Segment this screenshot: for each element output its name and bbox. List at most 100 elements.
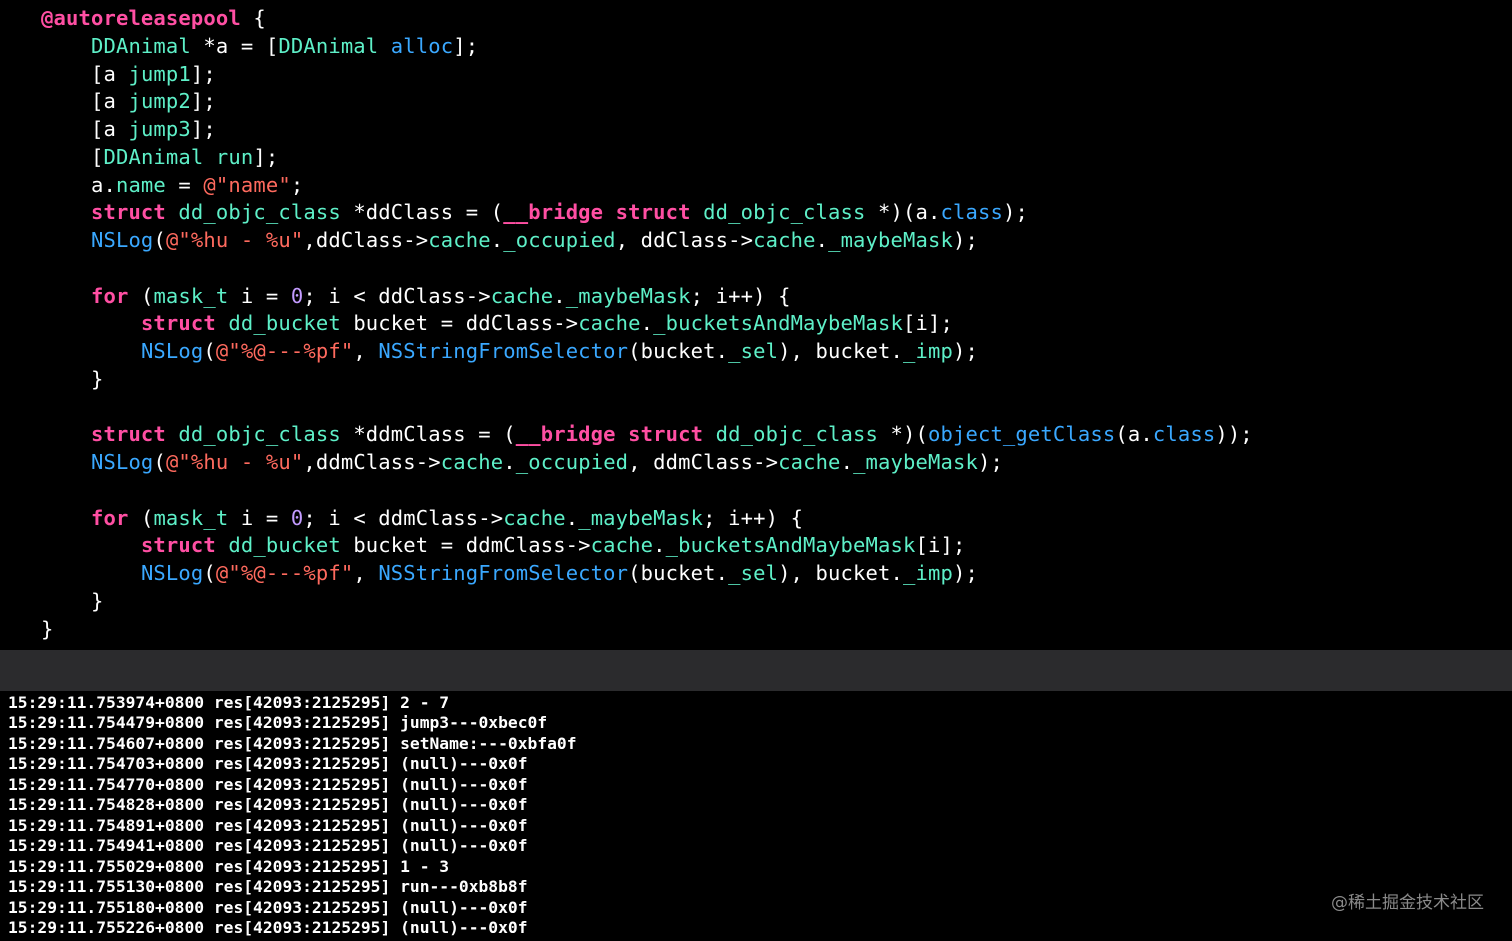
code-token: _maybeMask: [578, 505, 704, 530]
code-line[interactable]: [a jump1];: [41, 60, 216, 88]
code-line[interactable]: }: [41, 587, 103, 615]
code-token: ), bucket.: [778, 561, 903, 585]
console-log-line: 15:29:11.754828+0800 res[42093:2125295] …: [8, 795, 528, 815]
code-token: ];: [190, 61, 216, 86]
code-line[interactable]: struct dd_objc_class *ddClass = (__bridg…: [41, 198, 1028, 226]
code-token: *)(a.: [865, 200, 941, 225]
code-line[interactable]: [a jump2];: [41, 87, 216, 115]
console-log-line: 15:29:11.755180+0800 res[42093:2125295] …: [8, 897, 528, 917]
code-token: ;: [290, 172, 304, 197]
code-token: NSStringFromSelector: [378, 339, 629, 363]
code-token: dd_objc_class: [178, 422, 341, 447]
code-token: (a.: [1115, 422, 1153, 447]
code-token: _maybeMask: [853, 450, 978, 474]
console-log-line: 15:29:11.754770+0800 res[42093:2125295] …: [8, 774, 528, 794]
code-token: dd_objc_class: [703, 200, 866, 225]
code-line[interactable]: @autoreleasepool {: [41, 4, 266, 32]
code-token: @"%hu - %u": [165, 450, 304, 474]
code-token: (bucket.: [628, 339, 729, 363]
code-token: 0: [290, 283, 304, 308]
code-token: bucket = ddmClass->: [340, 533, 591, 558]
code-line[interactable]: }: [41, 365, 103, 393]
code-token: (: [128, 283, 154, 308]
code-token: _sel: [728, 561, 779, 585]
code-token: struct: [140, 311, 216, 336]
code-line[interactable]: NSLog(@"%hu - %u",ddClass->cache._occupi…: [41, 226, 978, 254]
code-token: }: [41, 588, 104, 613]
code-token: [a: [41, 61, 129, 86]
console-log-line: 15:29:11.754479+0800 res[42093:2125295] …: [8, 713, 548, 733]
code-token: run: [215, 144, 254, 169]
code-line[interactable]: NSLog(@"%hu - %u",ddmClass->cache._occup…: [41, 448, 1003, 476]
code-token: _sel: [728, 339, 779, 363]
code-line[interactable]: DDAnimal *a = [DDAnimal alloc];: [41, 32, 478, 60]
code-token: *)(: [878, 422, 928, 447]
code-line[interactable]: struct dd_bucket bucket = ddClass->cache…: [41, 309, 953, 337]
code-token: [i];: [915, 533, 966, 558]
code-token: dd_objc_class: [715, 422, 879, 447]
code-token: (: [203, 339, 216, 363]
code-token: ; i < ddmClass->: [303, 505, 504, 530]
console-log-line: 15:29:11.755130+0800 res[42093:2125295] …: [8, 877, 528, 897]
code-token: @"%hu - %u": [165, 228, 304, 252]
code-token: a.: [41, 172, 116, 197]
code-token: _bucketsAndMaybeMask: [665, 533, 916, 558]
code-token: }: [41, 616, 54, 641]
console-log-line: 15:29:11.754891+0800 res[42093:2125295] …: [8, 815, 528, 835]
code-token: [a: [41, 117, 129, 141]
code-line[interactable]: }: [41, 615, 54, 643]
console-log-line: 15:29:11.753974+0800 res[42093:2125295] …: [8, 693, 450, 712]
code-token: .: [815, 228, 829, 252]
code-line[interactable]: for (mask_t i = 0; i < ddClass->cache._m…: [41, 282, 791, 310]
code-token: NSStringFromSelector: [378, 561, 629, 585]
code-token: for: [90, 505, 129, 530]
code-token: .: [640, 311, 654, 336]
panel-divider[interactable]: [0, 650, 1512, 691]
code-token: =: [165, 172, 204, 197]
code-token: cache: [590, 533, 654, 558]
code-line[interactable]: struct dd_bucket bucket = ddmClass->cach…: [41, 531, 965, 559]
code-line[interactable]: struct dd_objc_class *ddmClass = (__brid…: [41, 420, 1253, 448]
code-token: @"name": [203, 172, 291, 197]
code-token: struct: [140, 533, 216, 558]
code-token: jump1: [128, 61, 191, 86]
code-line[interactable]: for (mask_t i = 0; i < ddmClass->cache._…: [41, 504, 803, 532]
code-token: i =: [228, 505, 291, 530]
code-line[interactable]: [a jump3];: [41, 115, 216, 143]
code-token: dd_bucket: [228, 311, 341, 336]
code-token: struct: [90, 422, 166, 447]
code-token: DDAnimal: [90, 33, 191, 58]
code-token: 0: [290, 505, 304, 530]
code-line[interactable]: NSLog(@"%@---%pf", NSStringFromSelector(…: [41, 337, 978, 365]
console-log-line: 15:29:11.754703+0800 res[42093:2125295] …: [8, 754, 528, 774]
code-token: (: [153, 228, 166, 252]
code-token: ,ddmClass->: [303, 450, 441, 474]
code-token: cache: [503, 505, 566, 530]
code-token: object_getClass: [927, 422, 1116, 447]
code-token: _imp: [902, 339, 953, 363]
code-token: dd_bucket: [228, 533, 341, 558]
code-token: , ddmClass->: [628, 450, 779, 474]
code-token: cache: [578, 311, 641, 336]
code-line[interactable]: NSLog(@"%@---%pf", NSStringFromSelector(…: [41, 559, 978, 587]
code-token: ];: [190, 89, 216, 114]
code-editor[interactable]: @autoreleasepool { DDAnimal *a = [DDAnim…: [0, 0, 1512, 650]
code-token: __bridge: [515, 422, 616, 447]
code-token: cache: [440, 450, 504, 474]
debug-console[interactable]: 15:29:11.753974+0800 res[42093:2125295] …: [0, 691, 1512, 941]
code-token: (: [153, 450, 166, 474]
code-line[interactable]: a.name = @"name";: [41, 171, 303, 199]
code-token: );: [977, 450, 1003, 474]
code-line[interactable]: [DDAnimal run];: [41, 143, 278, 171]
